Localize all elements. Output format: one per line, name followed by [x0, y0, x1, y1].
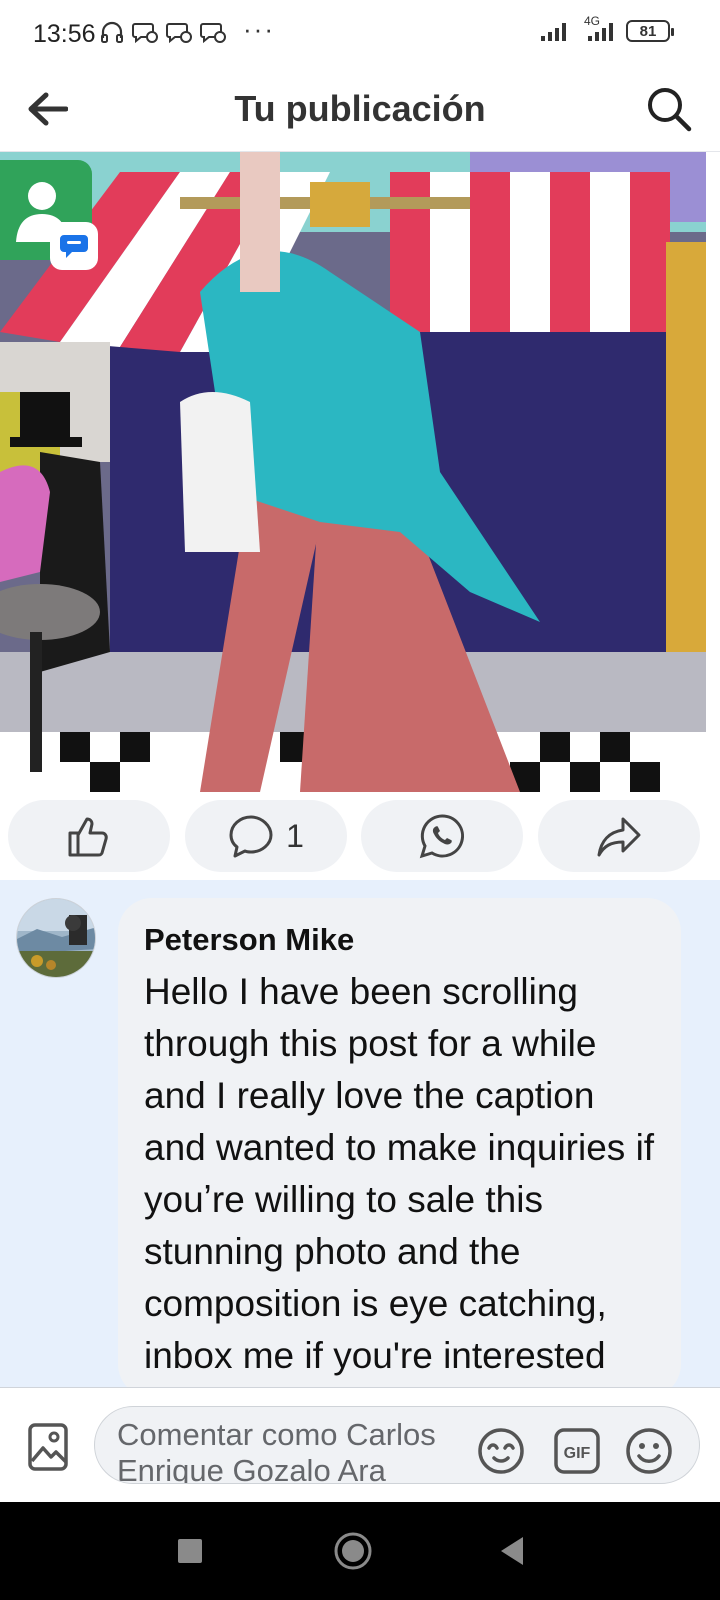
system-nav-bar	[0, 1502, 720, 1600]
comment-bubble[interactable]: Peterson Mike Hello I have been scrollin…	[118, 898, 681, 1387]
gif-button[interactable]: GIF	[551, 1425, 603, 1477]
app-header: Tu publicación	[0, 68, 720, 152]
chat-badge	[50, 222, 98, 270]
share-button[interactable]	[538, 800, 700, 872]
system-indicators: 4G 81	[540, 14, 674, 42]
home-button[interactable]	[323, 1526, 383, 1576]
avatar-sticker-icon	[478, 1428, 524, 1474]
back-nav-button[interactable]	[482, 1526, 542, 1576]
comment-composer: Comentar como Carlos Enrique Gozalo Ara …	[0, 1388, 720, 1502]
emoji-smile-icon	[626, 1428, 672, 1474]
notification-icons	[100, 20, 226, 44]
signal-icon	[588, 23, 613, 41]
post-image[interactable]	[0, 152, 706, 792]
commenter-avatar[interactable]	[16, 898, 96, 978]
messenger-icon	[166, 23, 192, 44]
status-time: 13:56	[33, 20, 96, 48]
headphones-icon	[101, 21, 123, 43]
like-button[interactable]	[8, 800, 170, 872]
comment-text: Hello I have been scrolling through this…	[144, 971, 655, 1376]
search-icon	[648, 88, 692, 132]
comment-input-placeholder: Comentar como Carlos Enrique Gozalo Ara	[117, 1417, 436, 1484]
attach-photo-button[interactable]	[22, 1418, 74, 1476]
avatar-image	[17, 899, 95, 977]
comment-input[interactable]: Comentar como Carlos Enrique Gozalo Ara …	[94, 1406, 700, 1484]
share-arrow-icon	[597, 817, 641, 857]
contact-chat-bubble[interactable]	[0, 160, 98, 270]
page-title: Tu publicación	[234, 88, 486, 129]
triangle-back-icon	[501, 1537, 523, 1565]
square-icon	[178, 1539, 202, 1563]
comment-count: 1	[286, 817, 304, 854]
gif-icon: GIF	[554, 1428, 600, 1474]
artwork-illustration	[0, 152, 706, 792]
messenger-icon	[132, 23, 158, 44]
comments-section: Peterson Mike Hello I have been scrollin…	[0, 880, 720, 1388]
more-notifications-icon: ···	[243, 14, 275, 44]
post-actions-bar: 1	[0, 792, 720, 880]
signal-icon	[541, 23, 566, 41]
search-button[interactable]	[642, 82, 696, 136]
recent-apps-button[interactable]	[160, 1526, 220, 1576]
svg-text:GIF: GIF	[564, 1445, 591, 1462]
comment-author[interactable]: Peterson Mike	[144, 920, 655, 960]
status-bar: 13:56 ··· 4G 81	[0, 0, 720, 68]
thumbs-up-icon	[68, 817, 108, 857]
emoji-button[interactable]	[623, 1425, 675, 1477]
whatsapp-icon	[419, 814, 464, 859]
whatsapp-share-button[interactable]	[361, 800, 523, 872]
battery-indicator: 81	[626, 20, 674, 42]
comment-button[interactable]: 1	[185, 800, 347, 872]
chat-bubble-icon	[60, 235, 88, 258]
avatar-sticker-button[interactable]	[475, 1425, 527, 1477]
signal-4g: 4G	[578, 14, 618, 42]
comment-bubble-icon	[229, 815, 273, 858]
home-circle-icon	[334, 1532, 372, 1570]
messenger-icon	[200, 23, 226, 44]
image-icon	[28, 1423, 68, 1471]
